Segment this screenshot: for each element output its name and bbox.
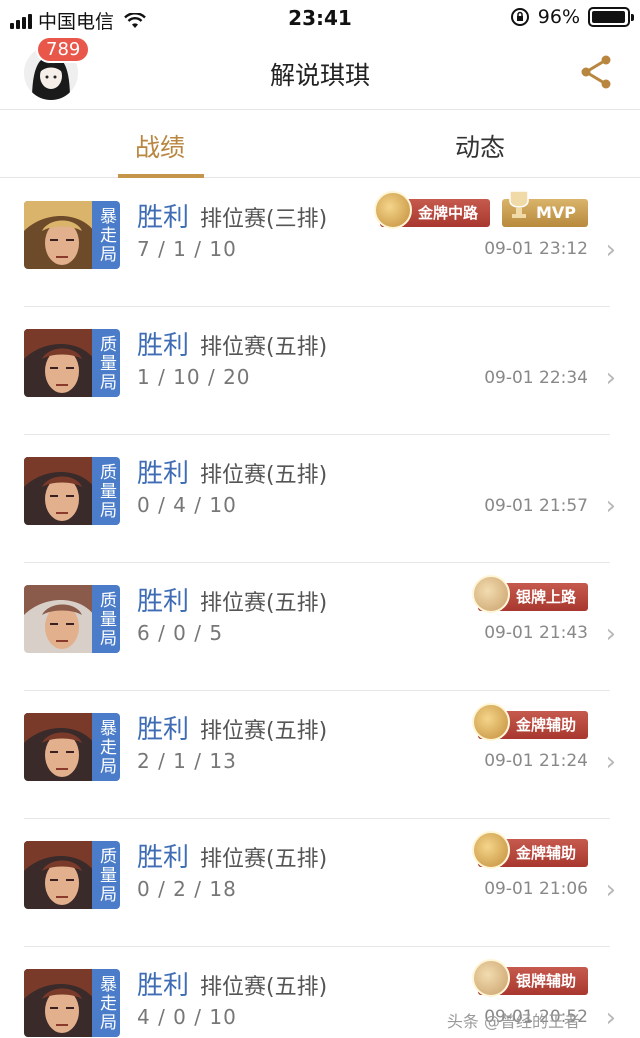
match-result: 胜利: [137, 459, 190, 489]
page-title: 解说琪琪: [269, 61, 370, 90]
match-result: 胜利: [137, 203, 190, 233]
kda: 7 / 1 / 10: [137, 237, 237, 261]
honor-label: 银牌上路: [515, 588, 576, 606]
share-icon[interactable]: [578, 54, 614, 90]
honor-label: 金牌辅助: [515, 844, 576, 862]
tab-bar: 战绩 动态: [0, 110, 640, 178]
match-result: 胜利: [137, 587, 190, 617]
hero-portrait: [24, 841, 94, 909]
match-result: 胜利: [137, 843, 190, 873]
match-type: 排位赛(五排): [200, 591, 328, 616]
mode-tag: 质量局: [92, 585, 120, 653]
honor-label: 银牌辅助: [515, 972, 576, 990]
medal-icon: [373, 191, 412, 229]
chevron-right-icon: ›: [605, 491, 616, 521]
match-row[interactable]: 质量局 胜利 排位赛(五排) 0 / 4 / 10 09-01 21:57 ›: [0, 435, 640, 563]
chevron-right-icon: ›: [605, 747, 616, 777]
mvp-badge: MVP: [501, 190, 588, 227]
match-type: 排位赛(五排): [200, 975, 328, 1000]
chevron-right-icon: ›: [605, 1003, 616, 1033]
mode-tag: 质量局: [92, 841, 120, 909]
match-time: 09-01 23:12: [484, 239, 588, 259]
hero-portrait: [24, 969, 94, 1037]
kda: 2 / 1 / 13: [137, 749, 237, 773]
honor-badges: 银牌辅助: [471, 959, 588, 997]
match-type: 排位赛(五排): [200, 463, 328, 488]
medal-icon: [471, 831, 510, 869]
status-right: 96%: [510, 6, 634, 28]
tab-activity[interactable]: 动态: [400, 128, 560, 164]
notification-badge: 789: [36, 36, 91, 63]
match-result: 胜利: [137, 971, 190, 1001]
chevron-right-icon: ›: [605, 235, 616, 265]
honor-badge: 金牌中路: [373, 191, 490, 229]
match-row[interactable]: 质量局 胜利 排位赛(五排) 6 / 0 / 5 银牌上路 09-01 21:43 ›: [0, 563, 640, 691]
honor-label: 金牌辅助: [515, 716, 576, 734]
match-result: 胜利: [137, 715, 190, 745]
match-row[interactable]: 质量局 胜利 排位赛(五排) 0 / 2 / 18 金牌辅助 09-01 21:06 ›: [0, 819, 640, 947]
app-header: 789 解说琪琪: [0, 36, 640, 110]
kda: 0 / 4 / 10: [137, 493, 237, 517]
mode-tag: 暴走局: [92, 969, 120, 1037]
trophy-icon: [509, 190, 529, 218]
hero-portrait: [24, 585, 94, 653]
battery-icon: [588, 7, 634, 27]
kda: 0 / 2 / 18: [137, 877, 237, 901]
watermark: 头条 @曾经的王者: [446, 1012, 580, 1031]
honor-badges: 金牌辅助: [471, 831, 588, 869]
chevron-right-icon: ›: [605, 875, 616, 905]
hero-portrait: [24, 713, 94, 781]
hero-portrait: [24, 329, 94, 397]
kda: 1 / 10 / 20: [137, 365, 251, 389]
match-time: 09-01 21:57: [484, 496, 588, 516]
mode-tag: 质量局: [92, 329, 120, 397]
honor-badge: 银牌上路: [471, 575, 588, 613]
hero-portrait: [24, 457, 94, 525]
match-type: 排位赛(五排): [200, 335, 328, 360]
match-time: 09-01 21:43: [484, 623, 588, 643]
match-result: 胜利: [137, 331, 190, 361]
match-row[interactable]: 质量局 胜利 排位赛(五排) 1 / 10 / 20 09-01 22:34 ›: [0, 307, 640, 435]
honor-badge: 金牌辅助: [471, 831, 588, 869]
honor-badges: 银牌上路: [471, 575, 588, 613]
match-time: 09-01 21:06: [484, 879, 588, 899]
honor-badge: 银牌辅助: [471, 959, 588, 997]
tab-records[interactable]: 战绩: [80, 128, 240, 164]
honor-label: 金牌中路: [417, 204, 478, 222]
honor-badges: 金牌中路 MVP: [373, 190, 588, 229]
kda: 4 / 0 / 10: [137, 1005, 237, 1029]
active-tab-indicator: [118, 174, 204, 178]
match-type: 排位赛(五排): [200, 847, 328, 872]
kda: 6 / 0 / 5: [137, 621, 224, 645]
honor-badge: 金牌辅助: [471, 703, 588, 741]
match-row[interactable]: 暴走局 胜利 排位赛(三排) 7 / 1 / 10 金牌中路 MVP 09-01 23:1…: [0, 179, 640, 307]
hero-portrait: [24, 201, 94, 269]
battery-level: [592, 11, 625, 23]
battery-percent: 96%: [537, 6, 580, 28]
match-row[interactable]: 暴走局 胜利 排位赛(五排) 2 / 1 / 13 金牌辅助 09-01 21:24 ›: [0, 691, 640, 819]
honor-badges: 金牌辅助: [471, 703, 588, 741]
medal-icon: [471, 959, 510, 997]
mode-tag: 质量局: [92, 457, 120, 525]
match-time: 09-01 21:24: [484, 751, 588, 771]
chevron-right-icon: ›: [605, 363, 616, 393]
status-bar: 中国电信 23:41 96%: [0, 0, 640, 36]
match-type: 排位赛(三排): [200, 207, 328, 232]
medal-icon: [471, 575, 510, 613]
match-type: 排位赛(五排): [200, 719, 328, 744]
orientation-lock-icon: [510, 8, 529, 26]
mvp-label: MVP: [535, 203, 576, 222]
mode-tag: 暴走局: [92, 201, 120, 269]
medal-icon: [471, 703, 510, 741]
match-time: 09-01 22:34: [484, 368, 588, 388]
mode-tag: 暴走局: [92, 713, 120, 781]
chevron-right-icon: ›: [605, 619, 616, 649]
match-list: 暴走局 胜利 排位赛(三排) 7 / 1 / 10 金牌中路 MVP 09-01 23:1…: [0, 179, 640, 1038]
